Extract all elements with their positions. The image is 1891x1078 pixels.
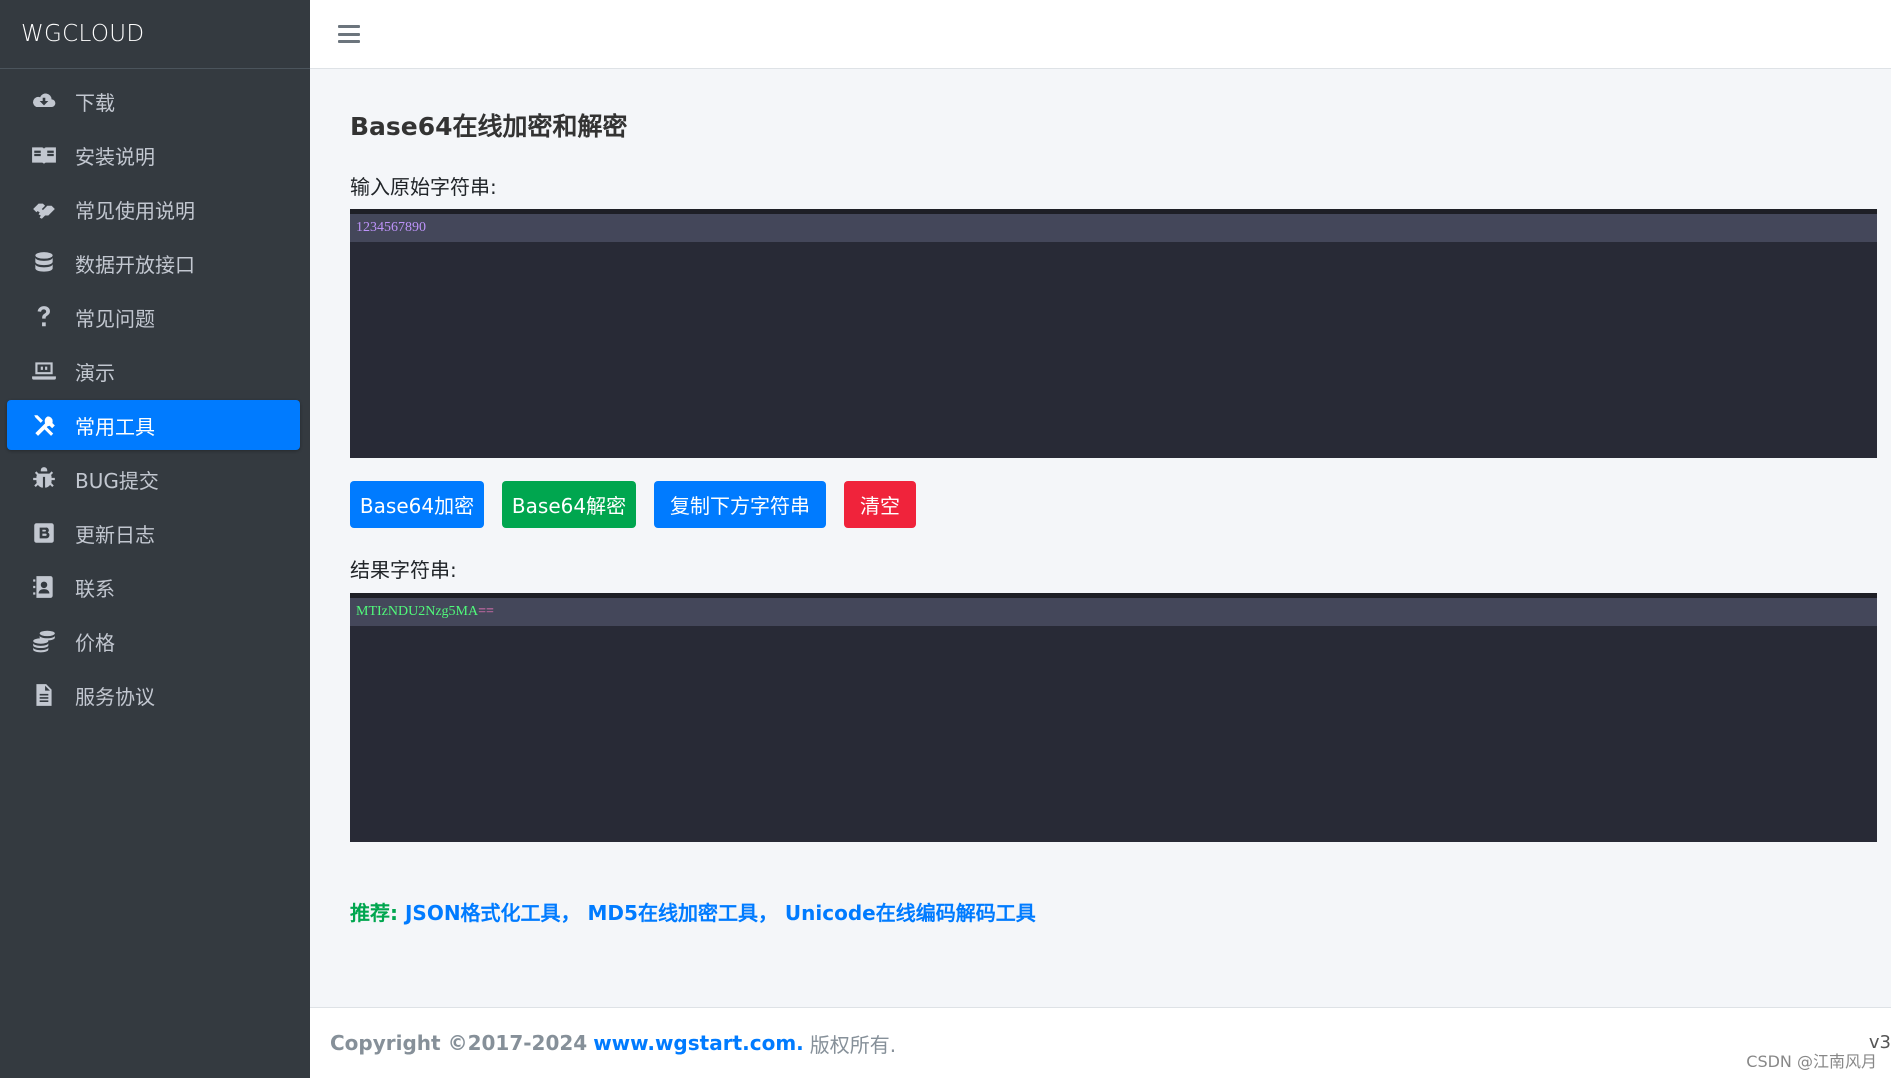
sidebar-item-label: 数据开放接口: [75, 252, 195, 277]
input-label: 输入原始字符串:: [350, 175, 497, 199]
top-navbar: [310, 0, 1891, 69]
json-format-link[interactable]: JSON格式化工具: [405, 901, 561, 925]
sidebar-item-label: 常用工具: [75, 414, 155, 439]
main-content: Base64在线加密和解密 输入原始字符串: 1234567890 Base64…: [310, 69, 1891, 1007]
footer: Copyright ©2017-2024 www.wgstart.com. 版权…: [310, 1007, 1891, 1078]
sidebar-item-label: BUG提交: [75, 468, 159, 493]
bug-icon: [31, 466, 65, 492]
sidebar-item-install[interactable]: 安装说明: [7, 130, 300, 180]
footer-rights: 版权所有.: [809, 1032, 897, 1057]
sidebar: WGCLOUD 下载 安装说明 常见使用说明 数据开放接口 常见问题 演示 常用…: [0, 0, 310, 1078]
sidebar-item-tools[interactable]: 常用工具: [7, 400, 300, 450]
recommend-separator: ，: [560, 901, 581, 925]
file-icon: [31, 682, 65, 708]
unicode-codec-link[interactable]: Unicode在线编码解码工具: [785, 901, 1036, 925]
recommend-label: 推荐:: [350, 901, 398, 925]
page-title: Base64在线加密和解密: [350, 112, 628, 141]
sidebar-item-label: 常见问题: [75, 306, 155, 331]
input-value: 1234567890: [356, 220, 426, 235]
book-icon: [31, 142, 65, 168]
base64-decode-button[interactable]: Base64解密: [502, 481, 636, 528]
brand-title: WGCLOUD: [21, 21, 145, 47]
tools-icon: [31, 412, 65, 438]
base64-encode-button[interactable]: Base64加密: [350, 481, 484, 528]
coins-icon: [31, 628, 65, 654]
handshake-icon: [31, 196, 65, 222]
result-editor[interactable]: MTIzNDU2Nzg5MA ==: [350, 593, 1877, 842]
contact-icon: [31, 574, 65, 600]
watermark: CSDN @江南风月: [1746, 1052, 1877, 1071]
blog-icon: [31, 520, 65, 546]
question-icon: [31, 304, 65, 330]
sidebar-item-label: 安装说明: [75, 144, 155, 169]
laptop-icon: [31, 358, 65, 384]
database-icon: [31, 250, 65, 276]
sidebar-item-label: 价格: [75, 630, 115, 655]
sidebar-item-changelog[interactable]: 更新日志: [7, 508, 300, 558]
result-label: 结果字符串:: [350, 558, 457, 582]
input-editor[interactable]: 1234567890: [350, 209, 1877, 458]
result-editor-line[interactable]: MTIzNDU2Nzg5MA ==: [350, 598, 1877, 626]
result-value: MTIzNDU2Nzg5MA: [356, 604, 479, 619]
sidebar-item-faq[interactable]: 常见问题: [7, 292, 300, 342]
sidebar-item-label: 更新日志: [75, 522, 155, 547]
recommend-separator: ，: [757, 901, 778, 925]
input-editor-line[interactable]: 1234567890: [350, 214, 1877, 242]
sidebar-item-contact[interactable]: 联系: [7, 562, 300, 612]
clear-button[interactable]: 清空: [844, 481, 916, 528]
result-value-padding: ==: [478, 604, 494, 619]
sidebar-item-bug[interactable]: BUG提交: [7, 454, 300, 504]
sidebar-item-api[interactable]: 数据开放接口: [7, 238, 300, 288]
recommend-bar: 推荐: JSON格式化工具， MD5在线加密工具， Unicode在线编码解码工…: [350, 897, 1036, 926]
sidebar-item-usage[interactable]: 常见使用说明: [7, 184, 300, 234]
sidebar-item-label: 下载: [75, 90, 115, 115]
sidebar-item-label: 联系: [75, 576, 115, 601]
sidebar-item-label: 服务协议: [75, 684, 155, 709]
md5-encrypt-link[interactable]: MD5在线加密工具: [588, 901, 758, 925]
brand[interactable]: WGCLOUD: [0, 0, 310, 69]
menu-toggle-icon[interactable]: [338, 25, 360, 43]
footer-copyright: Copyright ©2017-2024: [330, 1031, 588, 1055]
sidebar-item-download[interactable]: 下载: [7, 76, 300, 126]
copy-result-button[interactable]: 复制下方字符串: [654, 481, 826, 528]
sidebar-nav: 下载 安装说明 常见使用说明 数据开放接口 常见问题 演示 常用工具 BUG提交…: [0, 69, 310, 720]
sidebar-item-demo[interactable]: 演示: [7, 346, 300, 396]
footer-site-link[interactable]: www.wgstart.com.: [593, 1031, 804, 1055]
cloud-download-icon: [31, 88, 65, 114]
sidebar-item-price[interactable]: 价格: [7, 616, 300, 666]
sidebar-item-label: 演示: [75, 360, 115, 385]
sidebar-item-agreement[interactable]: 服务协议: [7, 670, 300, 720]
sidebar-item-label: 常见使用说明: [75, 198, 195, 223]
